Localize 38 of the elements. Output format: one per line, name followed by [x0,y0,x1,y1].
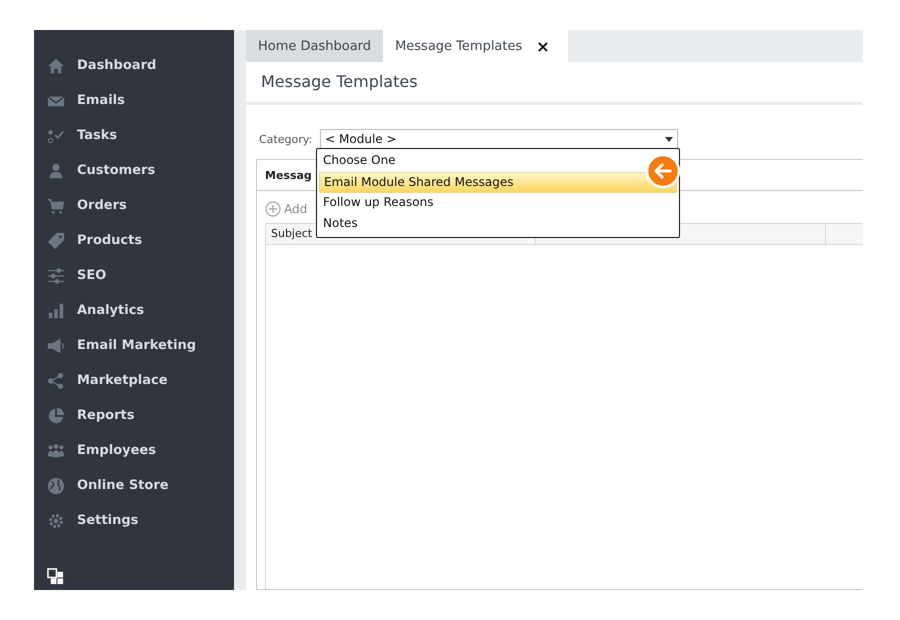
close-icon[interactable]: × [536,36,550,56]
dropdown-option[interactable]: Email Module Shared Messages [319,172,677,193]
cart-icon [47,196,65,214]
panel-title: Messag [265,168,312,182]
sidebar-item[interactable]: Analytics [34,293,234,328]
sidebar-item[interactable]: Marketplace [34,363,234,398]
plus-icon [265,201,281,217]
tab[interactable]: Message Templates × [383,30,568,62]
sidebar-item[interactable]: Online Store [34,468,234,503]
home-icon [47,56,65,74]
sliders-icon [47,266,65,284]
user-icon [47,162,65,180]
bars-icon [47,302,65,320]
dropdown-option[interactable]: Follow up Reasons [319,193,438,214]
sidebar-item[interactable]: Employees [34,433,234,468]
add-button[interactable]: Add [265,201,308,217]
tab[interactable]: Home Dashboard [246,30,384,62]
globe-icon [47,476,65,494]
sidebar-item[interactable]: Emails [34,83,234,118]
sidebar-item[interactable]: Settings [34,503,234,538]
sidebar-item[interactable]: Dashboard [34,48,234,83]
share-icon [47,372,65,390]
windows-icon[interactable] [47,568,64,585]
sidebar-item[interactable]: Email Marketing [34,328,234,363]
category-label: Category: [259,132,312,146]
sidebar-item[interactable]: Reports [34,398,234,433]
sidebar-item[interactable]: Tasks [34,118,234,153]
page-title: Message Templates [260,71,419,93]
tag-icon [47,232,65,250]
gear-icon [47,512,65,530]
dropdown-option[interactable]: Choose One [319,151,400,172]
sidebar-item[interactable]: Customers [34,153,234,188]
sidebar-item[interactable]: SEO [34,258,234,293]
people-icon [47,442,65,460]
caret-icon [665,136,674,142]
pie-icon [47,406,65,424]
sidebar-item[interactable]: Orders [34,188,234,223]
sidebar-item[interactable]: Products [34,223,234,258]
